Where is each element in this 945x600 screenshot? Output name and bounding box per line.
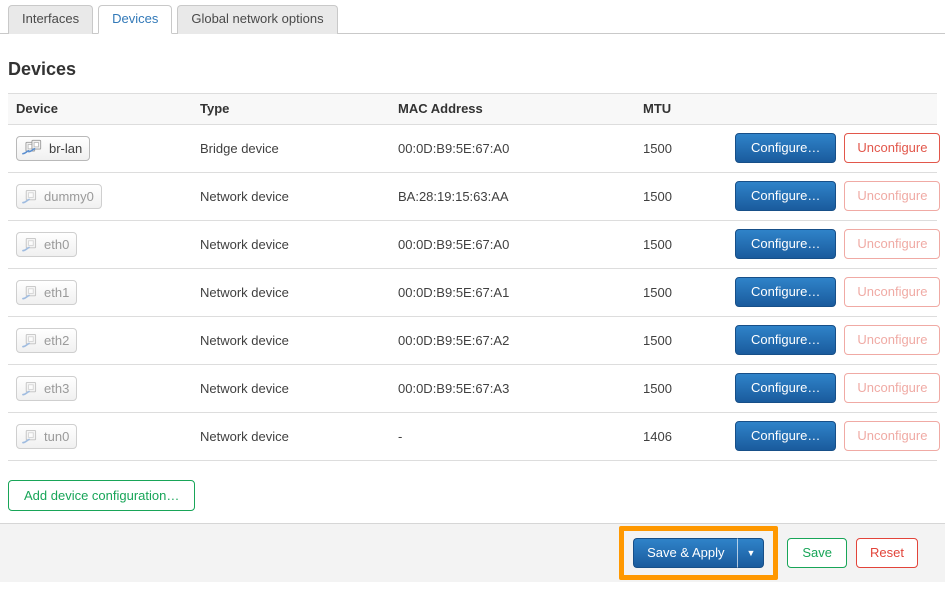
tab-global-network-options[interactable]: Global network options [177, 5, 338, 34]
bridge-icon [22, 139, 44, 157]
ethernet-port-icon [22, 284, 39, 301]
device-type: Network device [200, 380, 289, 396]
device-mac: - [398, 428, 403, 444]
column-header-mac: MAC Address [398, 101, 483, 117]
device-badge: br-lan [16, 135, 91, 161]
device-name: tun0 [44, 428, 70, 444]
device-mac: 00:0D:B9:5E:67:A0 [398, 140, 510, 156]
table-row: br-lan Bridge device 00:0D:B9:5E:67:A0 1… [8, 124, 941, 173]
device-name: eth0 [44, 236, 70, 252]
device-badge: eth3 [16, 375, 78, 401]
device-mac: 00:0D:B9:5E:67:A0 [398, 236, 510, 252]
device-mac: 00:0D:B9:5E:67:A2 [398, 332, 510, 348]
device-type: Network device [200, 236, 289, 252]
table-row: eth3 Network device 00:0D:B9:5E:67:A3 15… [8, 364, 941, 413]
reset-button[interactable]: Reset [856, 538, 918, 568]
page-title: Devices [8, 58, 77, 79]
device-mtu: 1500 [643, 380, 672, 396]
ethernet-port-icon [22, 332, 39, 349]
ethernet-port-icon [22, 188, 39, 205]
save-apply-dropdown-button[interactable]: ▼ [737, 538, 765, 568]
column-header-mtu: MTU [643, 101, 672, 117]
table-row: tun0 Network device - 1406 Configure… Un… [8, 412, 941, 461]
footer-action-bar: Save & Apply ▼ Save Reset [0, 523, 945, 583]
tutorial-highlight-box: Save & Apply ▼ [619, 526, 779, 580]
device-name: eth1 [44, 284, 70, 300]
table-row: eth0 Network device 00:0D:B9:5E:67:A0 15… [8, 220, 941, 269]
tab-interfaces[interactable]: Interfaces [8, 5, 94, 34]
configure-button[interactable]: Configure… [735, 229, 837, 259]
ethernet-port-icon [22, 236, 39, 253]
table-row: dummy0 Network device BA:28:19:15:63:AA … [8, 172, 941, 221]
column-header-device: Device [16, 101, 58, 117]
device-name: eth3 [44, 380, 70, 396]
ethernet-port-icon [22, 428, 39, 445]
device-name: dummy0 [44, 188, 94, 204]
device-badge: tun0 [16, 423, 78, 449]
device-badge: eth2 [16, 327, 78, 353]
unconfigure-button[interactable]: Unconfigure [844, 373, 941, 403]
column-header-type: Type [200, 101, 230, 117]
device-type: Network device [200, 284, 289, 300]
device-name: eth2 [44, 332, 70, 348]
add-device-configuration-button[interactable]: Add device configuration… [8, 479, 196, 512]
device-type: Bridge device [200, 140, 279, 156]
configure-button[interactable]: Configure… [735, 181, 837, 211]
device-mac: 00:0D:B9:5E:67:A1 [398, 284, 510, 300]
device-mtu: 1500 [643, 188, 672, 204]
table-header-row: Device Type MAC Address MTU [8, 92, 937, 125]
devices-table: Device Type MAC Address MTU br-lan Bridg… [8, 92, 941, 461]
save-apply-button[interactable]: Save & Apply [633, 538, 738, 568]
unconfigure-button[interactable]: Unconfigure [844, 421, 941, 451]
unconfigure-button[interactable]: Unconfigure [844, 181, 941, 211]
table-row: eth2 Network device 00:0D:B9:5E:67:A2 15… [8, 316, 941, 365]
device-mtu: 1500 [643, 284, 672, 300]
device-mtu: 1500 [643, 332, 672, 348]
device-type: Network device [200, 188, 289, 204]
tab-devices[interactable]: Devices [98, 5, 173, 34]
device-badge: eth1 [16, 279, 78, 305]
device-mtu: 1406 [643, 428, 672, 444]
configure-button[interactable]: Configure… [735, 277, 837, 307]
device-type: Network device [200, 428, 289, 444]
unconfigure-button[interactable]: Unconfigure [844, 229, 941, 259]
device-badge: dummy0 [16, 183, 102, 209]
configure-button[interactable]: Configure… [735, 325, 837, 355]
device-mtu: 1500 [643, 140, 672, 156]
save-button[interactable]: Save [787, 538, 848, 568]
configure-button[interactable]: Configure… [735, 133, 837, 163]
unconfigure-button[interactable]: Unconfigure [844, 133, 941, 163]
save-apply-split-button: Save & Apply ▼ [633, 538, 765, 568]
table-row: eth1 Network device 00:0D:B9:5E:67:A1 15… [8, 268, 941, 317]
device-mtu: 1500 [643, 236, 672, 252]
configure-button[interactable]: Configure… [735, 421, 837, 451]
ethernet-port-icon [22, 380, 39, 397]
device-name: br-lan [49, 140, 83, 156]
device-mac: BA:28:19:15:63:AA [398, 188, 509, 204]
device-mac: 00:0D:B9:5E:67:A3 [398, 380, 510, 396]
caret-down-icon: ▼ [746, 547, 756, 558]
tab-bar: Interfaces Devices Global network option… [0, 0, 945, 34]
device-badge: eth0 [16, 231, 78, 257]
device-type: Network device [200, 332, 289, 348]
unconfigure-button[interactable]: Unconfigure [844, 325, 941, 355]
configure-button[interactable]: Configure… [735, 373, 837, 403]
unconfigure-button[interactable]: Unconfigure [844, 277, 941, 307]
